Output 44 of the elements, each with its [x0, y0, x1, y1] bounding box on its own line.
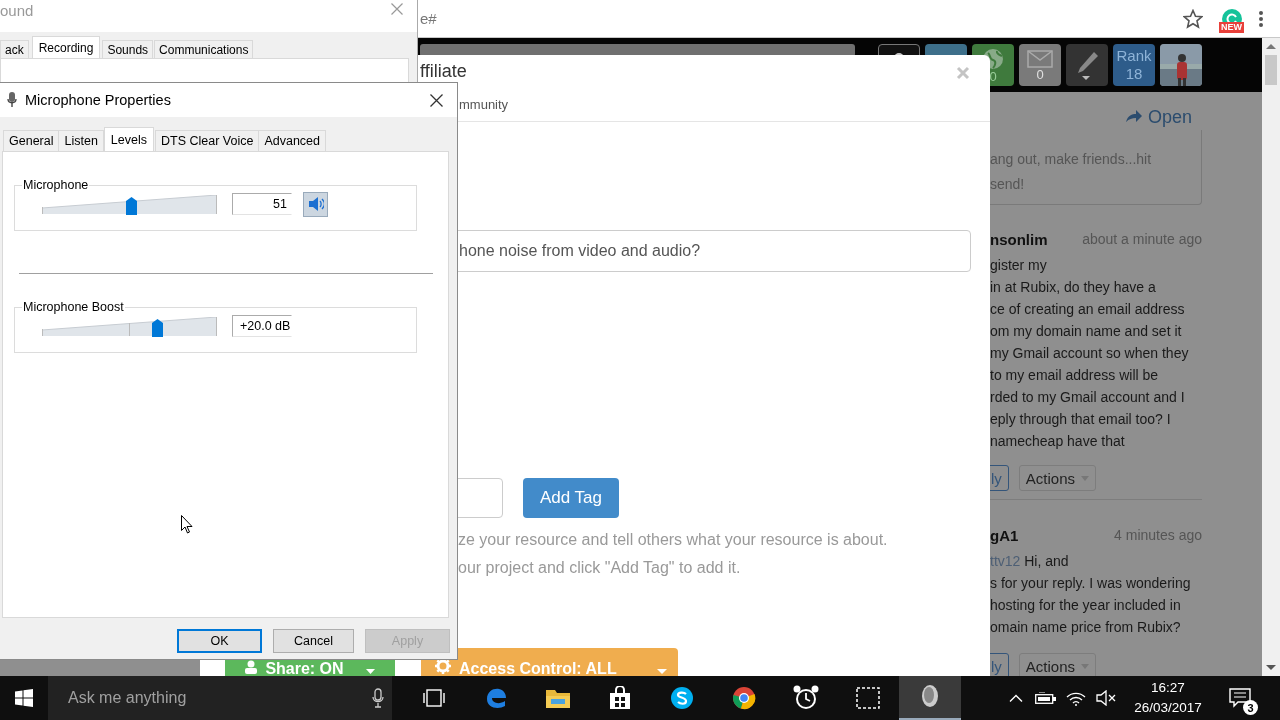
level-readout: +20.0 dB	[232, 315, 292, 337]
comment-text: ttv12 Hi, and s for your reply. I was wondering hosting for the year included in omain name price from Rubix?	[990, 552, 1192, 637]
clock-time: 16:27	[1151, 679, 1185, 697]
modal-title: ffiliate	[420, 61, 467, 81]
actions-button[interactable]: Actions	[1018, 465, 1097, 491]
tab[interactable]: General	[3, 130, 60, 151]
rank-label: Rank	[1116, 47, 1152, 65]
tab[interactable]: Communications	[154, 40, 254, 58]
comment-author: nsonlim	[990, 230, 1048, 248]
tile-count: 0	[989, 69, 997, 83]
level-field[interactable]: 51	[232, 193, 292, 215]
tab[interactable]: Levels	[103, 127, 154, 151]
card-text: ang out, make friends...hit	[990, 150, 1153, 169]
tab[interactable]: DTS Clear Voice	[155, 130, 260, 151]
rank-value: 18	[1125, 65, 1143, 83]
new-badge: NEW	[1219, 22, 1244, 33]
group-label: Microphone Boost	[22, 300, 125, 314]
tab[interactable]: Listen	[58, 130, 104, 151]
modal-subtitle: mmunity	[459, 97, 509, 112]
dialog-button[interactable]: Cancel	[273, 629, 354, 653]
group-label: Microphone	[22, 178, 90, 192]
help-text: our project and click "Add Tag" to add it.	[457, 558, 742, 578]
tab[interactable]: ack	[0, 40, 29, 58]
card-text: send!	[990, 175, 1026, 194]
address-text[interactable]: e#	[420, 10, 1183, 27]
window-title: Microphone Properties	[25, 92, 172, 108]
comment-time: about a minute ago	[1082, 231, 1202, 247]
add-tag-button[interactable]: Add Tag	[523, 478, 619, 518]
tab[interactable]: Recording	[31, 36, 101, 58]
search-field[interactable]: Ask me anything	[48, 676, 392, 720]
dialog-button[interactable]: OK	[177, 629, 262, 653]
notification-count: 3	[1243, 700, 1258, 715]
help-text: ze your resource and tell others what your resource is about.	[457, 530, 889, 550]
tile-count: 0	[1036, 67, 1044, 81]
tab[interactable]: Sounds	[102, 40, 154, 58]
comment-text: gister my in at Rubix, do they have a ce of creating an email address om my domain name and set it my Gmail account so when they to my email address will be rded to my Gmail account and I eply through that email too? I namecheap have that	[990, 256, 1190, 451]
notifications-button[interactable]: 3	[1215, 676, 1265, 720]
tab[interactable]: Advanced	[258, 130, 326, 151]
clock[interactable]: 16:27 26/03/2017	[1121, 676, 1215, 720]
window-title: ound	[0, 1, 34, 19]
comment-time: 4 minutes ago	[1114, 527, 1202, 543]
clock-date: 26/03/2017	[1134, 699, 1202, 717]
comment-author: gA1	[990, 526, 1019, 544]
extension-button[interactable]: NEW	[1219, 8, 1244, 33]
